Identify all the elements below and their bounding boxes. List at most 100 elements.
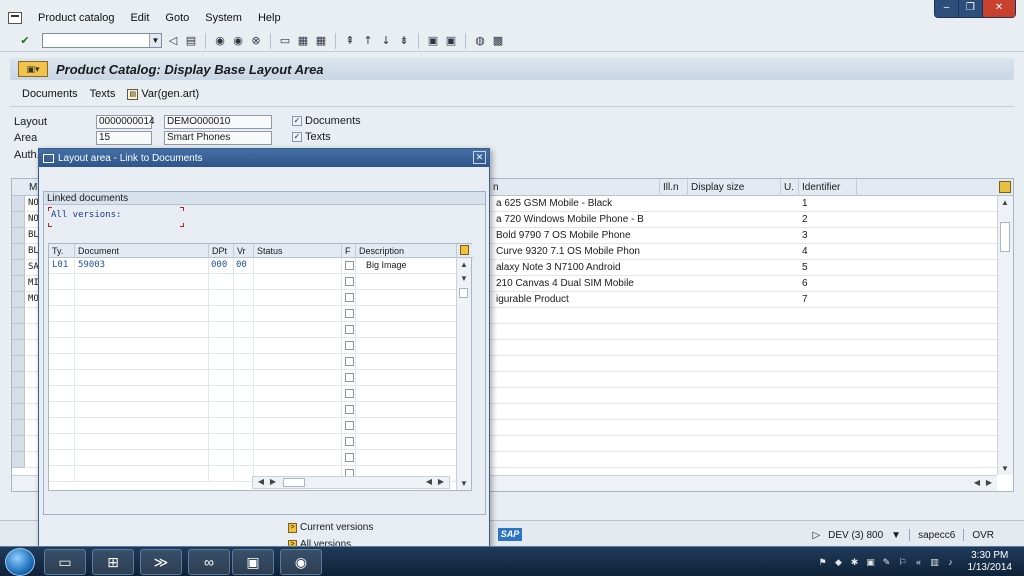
documents-checkbox[interactable]: ✓ [292, 116, 302, 126]
menu-edit[interactable]: Edit [130, 12, 149, 24]
system-dropdown-icon[interactable]: ▼ [891, 530, 901, 541]
menu-help[interactable]: Help [258, 12, 281, 24]
chevron-down-icon[interactable]: ▼ [149, 34, 161, 47]
documents-horizontal-scrollbar[interactable]: ◀ ▶ ◀ ▶ [252, 476, 450, 489]
find-next-icon[interactable]: ▦ [314, 34, 328, 48]
table-row[interactable] [49, 434, 457, 450]
col-header-document[interactable]: Document [75, 244, 209, 258]
row-selector[interactable] [12, 292, 25, 308]
network-taskbar-icon[interactable]: ⊞ [92, 549, 134, 575]
col-header-status[interactable]: Status [254, 244, 342, 258]
table-row[interactable] [49, 418, 457, 434]
clock[interactable]: 3:30 PM 1/13/2014 [968, 550, 1013, 574]
exit-icon[interactable]: ◉ [231, 34, 245, 48]
menu-goto[interactable]: Goto [165, 12, 189, 24]
col-header-u[interactable]: U. [781, 179, 799, 196]
row-checkbox[interactable] [345, 277, 354, 286]
vertical-scrollbar[interactable]: ▲ ▼ [997, 196, 1013, 475]
sap-logon-taskbar-icon[interactable]: ▣ [232, 549, 274, 575]
all-versions-field[interactable]: All versions: [49, 208, 186, 226]
table-row[interactable] [49, 450, 457, 466]
menu-system[interactable]: System [205, 12, 242, 24]
scroll-left-icon[interactable]: ◀ [255, 477, 267, 486]
table-row[interactable] [49, 386, 457, 402]
scroll-right-icon[interactable]: ▶ [983, 478, 995, 487]
scroll-right-icon[interactable]: ▶ [267, 477, 279, 486]
visual-studio-taskbar-icon[interactable]: ∞ [188, 549, 230, 575]
next-page-icon[interactable]: ↓ [379, 34, 393, 48]
scroll-up-icon[interactable]: ▲ [458, 260, 470, 269]
scroll-down-icon[interactable]: ▼ [458, 274, 470, 283]
row-selector[interactable] [12, 388, 25, 404]
row-checkbox[interactable] [345, 293, 354, 302]
scroll-thumb[interactable] [459, 288, 468, 298]
help-icon[interactable]: ◍ [473, 34, 487, 48]
save-icon[interactable]: ▤ [184, 34, 198, 48]
row-selector[interactable] [12, 356, 25, 372]
transaction-icon[interactable]: ▣▾ [18, 61, 48, 77]
row-checkbox[interactable] [345, 357, 354, 366]
col-header-identifier[interactable]: Identifier [799, 179, 857, 196]
previous-page-icon[interactable]: ↑ [361, 34, 375, 48]
row-selector[interactable] [12, 276, 25, 292]
scroll-up-icon[interactable]: ▲ [999, 198, 1011, 207]
scroll-thumb[interactable] [1000, 222, 1010, 252]
row-selector[interactable] [12, 372, 25, 388]
row-selector[interactable] [12, 420, 25, 436]
row-checkbox[interactable] [345, 325, 354, 334]
row-checkbox[interactable] [345, 309, 354, 318]
tray-chevron-icon[interactable]: « [914, 557, 924, 567]
row-checkbox[interactable] [345, 437, 354, 446]
tray-app-icon[interactable]: ▣ [866, 557, 876, 567]
table-row[interactable] [49, 402, 457, 418]
enter-icon[interactable]: ✔ [18, 34, 32, 48]
find-icon[interactable]: ▦ [296, 34, 310, 48]
texts-checkbox[interactable]: ✓ [292, 132, 302, 142]
tray-flag-icon[interactable]: ⚑ [818, 557, 828, 567]
tray-volume-icon[interactable]: ♪ [946, 557, 956, 567]
table-layout-icon[interactable] [999, 181, 1011, 193]
table-row[interactable] [49, 322, 457, 338]
var-gen-art-button[interactable]: ▤ Var(gen.art) [127, 88, 199, 100]
col-header-illn[interactable]: Ill.n [660, 179, 688, 196]
table-row[interactable]: L01 59003 000 00 Big Image [49, 258, 457, 274]
row-checkbox[interactable] [345, 421, 354, 430]
row-checkbox[interactable] [345, 373, 354, 382]
row-checkbox[interactable] [345, 261, 354, 270]
first-page-icon[interactable]: ⇞ [343, 34, 357, 48]
row-selector[interactable] [12, 452, 25, 468]
row-checkbox[interactable] [345, 389, 354, 398]
scroll-thumb[interactable] [283, 478, 305, 487]
dialog-close-icon[interactable]: ✕ [473, 151, 486, 164]
col-header-description[interactable]: n [490, 179, 660, 196]
row-selector[interactable] [12, 404, 25, 420]
tray-pen-icon[interactable]: ✎ [882, 557, 892, 567]
row-selector[interactable] [12, 228, 25, 244]
row-selector[interactable] [12, 308, 25, 324]
row-selector[interactable] [12, 196, 25, 212]
tray-network-icon[interactable]: ▥ [930, 557, 940, 567]
status-expand-icon[interactable]: ▷ [812, 530, 820, 541]
scroll-down-icon[interactable]: ▼ [458, 479, 470, 488]
scroll-down-icon[interactable]: ▼ [999, 464, 1011, 473]
menu-product-catalog[interactable]: Product catalog [38, 12, 114, 24]
area-name-field[interactable]: Smart Phones [164, 130, 272, 145]
scroll-left-icon[interactable]: ◀ [971, 478, 983, 487]
col-header-vr[interactable]: Vr [234, 244, 254, 258]
scroll-right-icon[interactable]: ▶ [435, 477, 447, 486]
row-checkbox[interactable] [345, 453, 354, 462]
close-icon[interactable]: ✕ [982, 0, 1015, 17]
row-checkbox[interactable] [345, 341, 354, 350]
history-icon[interactable]: ◁ [166, 34, 180, 48]
tray-tool-icon[interactable]: ✱ [850, 557, 860, 567]
row-selector[interactable] [12, 436, 25, 452]
tray-dropbox-icon[interactable]: ◆ [834, 557, 844, 567]
print-icon[interactable]: ▭ [278, 34, 292, 48]
col-header-type[interactable]: Ty. [49, 244, 75, 258]
tray-action-icon[interactable]: ⚐ [898, 557, 908, 567]
explorer-taskbar-icon[interactable]: ▭ [44, 549, 86, 575]
row-selector[interactable] [12, 260, 25, 276]
layout-field[interactable]: 0000000014 [96, 114, 155, 129]
row-selector[interactable] [12, 340, 25, 356]
table-row[interactable] [49, 290, 457, 306]
